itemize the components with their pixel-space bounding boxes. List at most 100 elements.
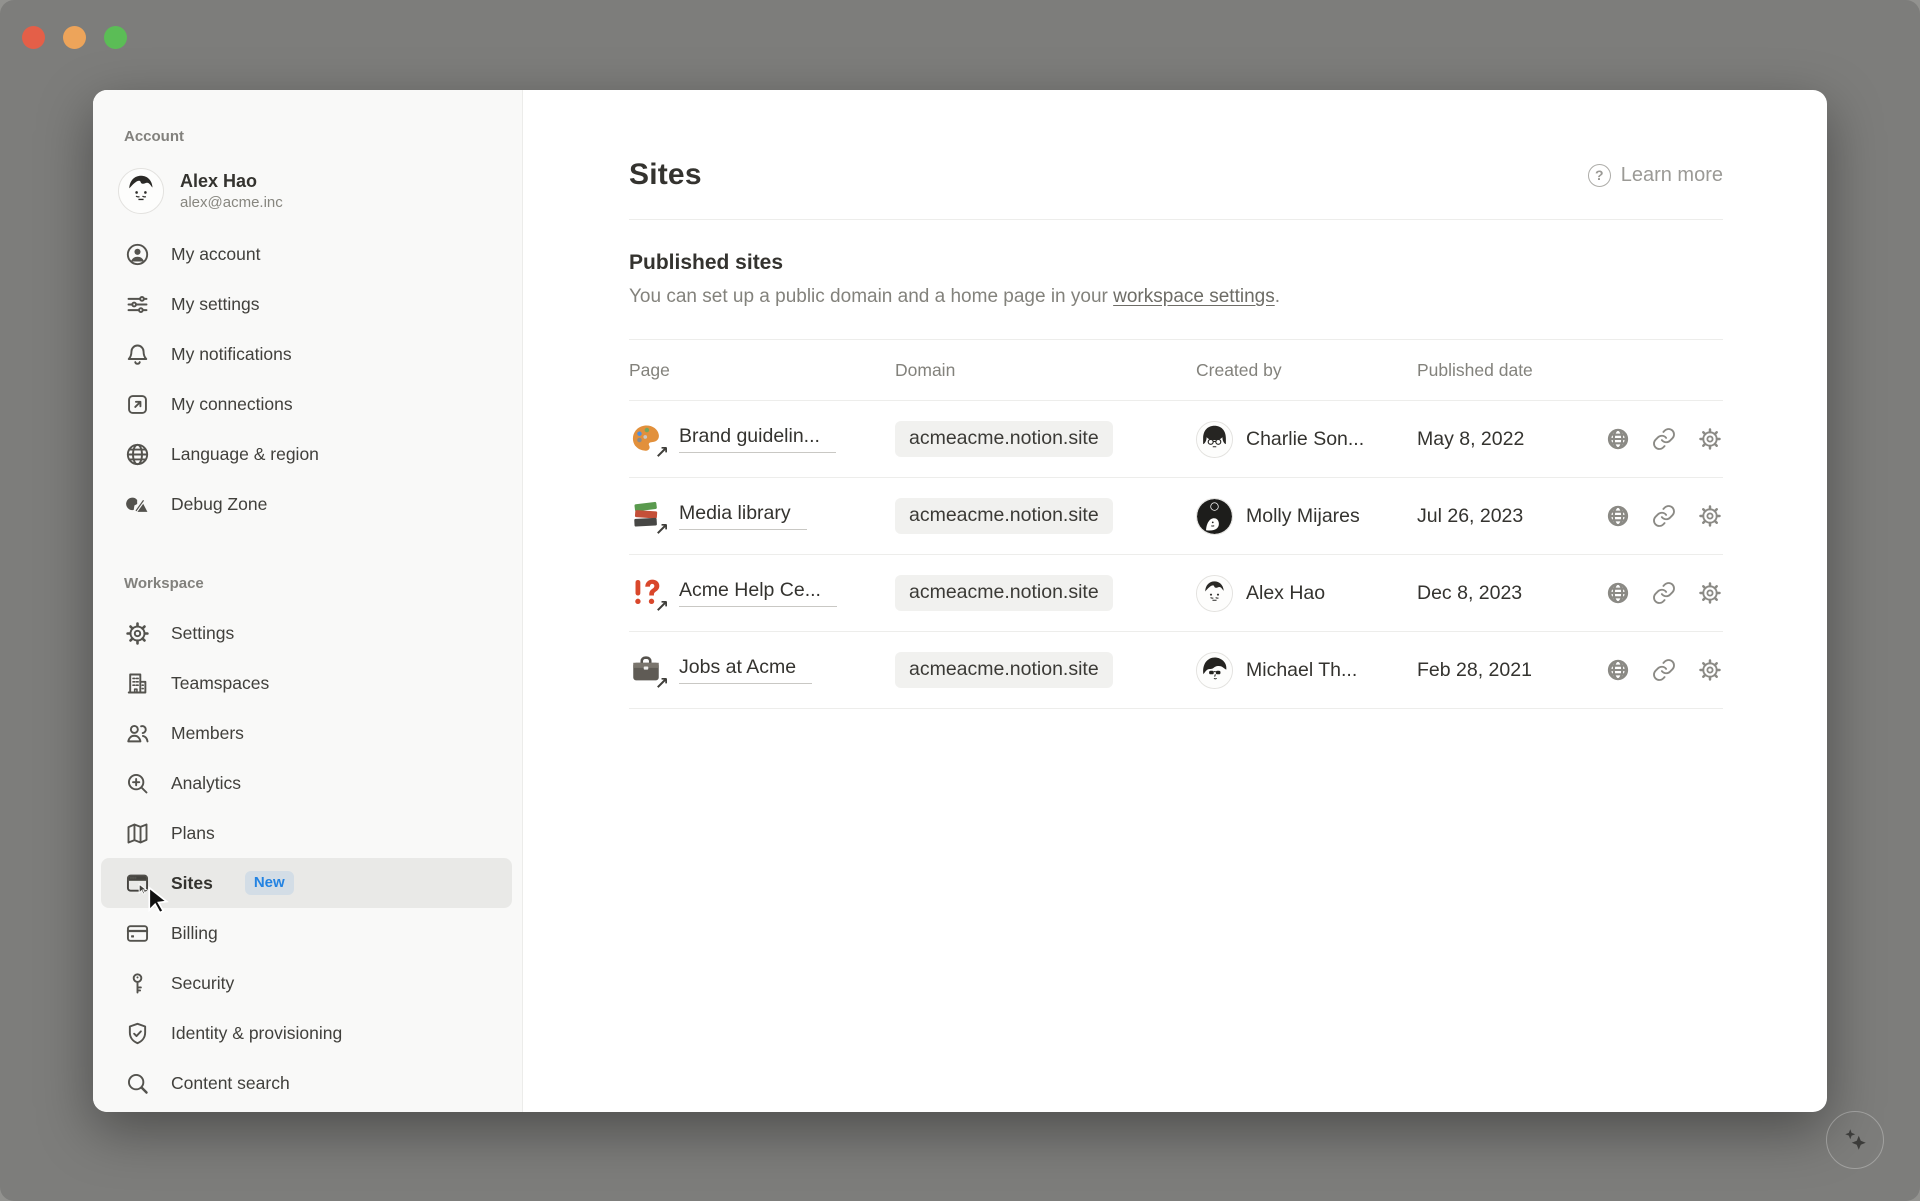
copy-link-icon[interactable] [1650, 426, 1677, 453]
settings-dialog: Account Alex Hao alex@acme.inc My accoun… [93, 90, 1827, 1112]
external-link-icon [124, 391, 151, 418]
key-icon [124, 970, 151, 997]
domain-cell: acmeacme.notion.site [895, 652, 1196, 688]
learn-more-link[interactable]: ? Learn more [1588, 164, 1723, 187]
creator-name: Molly Mijares [1246, 505, 1360, 528]
sidebar-item-label: Members [171, 723, 244, 744]
sidebar-user[interactable]: Alex Hao alex@acme.inc [93, 161, 522, 221]
shield-check-icon [124, 1020, 151, 1047]
copy-link-icon[interactable] [1650, 657, 1677, 684]
minimize-window-button[interactable] [63, 26, 86, 49]
account-section-header: Account [93, 126, 522, 148]
browser-cursor-icon [124, 870, 151, 897]
published-date: May 8, 2022 [1417, 428, 1585, 451]
person-circle-icon [124, 241, 151, 268]
alex-avatar [1196, 575, 1233, 612]
created-by-cell: Charlie Son... [1196, 421, 1417, 458]
view-site-globe-icon[interactable] [1604, 426, 1631, 453]
sidebar-item-label: My settings [171, 294, 260, 315]
sidebar-item-label: Billing [171, 923, 218, 944]
sidebar-item-my-notifications[interactable]: My notifications [101, 329, 512, 379]
workspace-settings-link[interactable]: workspace settings [1113, 286, 1275, 307]
page-link[interactable]: Brand guidelin... [679, 425, 836, 453]
sidebar-item-label: Language & region [171, 444, 319, 465]
copy-link-icon[interactable] [1650, 503, 1677, 530]
site-row: ↗ Media library acmeacme.notion.site Molly … [629, 478, 1723, 555]
column-header-published-date: Published date [1417, 360, 1585, 381]
sidebar-item-content-search[interactable]: Content search [101, 1058, 512, 1108]
title-divider [629, 219, 1723, 220]
sidebar-item-label: Debug Zone [171, 494, 267, 515]
debug-shapes-icon [124, 491, 151, 518]
column-header-created-by: Created by [1196, 360, 1417, 381]
sidebar-item-label: My account [171, 244, 260, 265]
sidebar-item-my-account[interactable]: My account [101, 229, 512, 279]
app-window: Account Alex Hao alex@acme.inc My accoun… [0, 0, 1920, 1201]
sidebar-item-language-region[interactable]: Language & region [101, 429, 512, 479]
site-row: ↗Acme Help Ce...acmeacme.notion.siteAlex… [629, 555, 1723, 632]
sidebar-item-settings[interactable]: Settings [101, 608, 512, 658]
ai-assistant-button[interactable] [1826, 1111, 1884, 1169]
sidebar-item-billing[interactable]: Billing [101, 908, 512, 958]
sliders-icon [124, 291, 151, 318]
user-avatar [118, 168, 164, 214]
sidebar-item-plans[interactable]: Plans [101, 808, 512, 858]
sidebar-item-analytics[interactable]: Analytics [101, 758, 512, 808]
sidebar-item-my-settings[interactable]: My settings [101, 279, 512, 329]
sidebar-item-security[interactable]: Security [101, 958, 512, 1008]
page-cell: ↗ Brand guidelin... [629, 421, 895, 457]
published-date: Feb 28, 2021 [1417, 659, 1585, 682]
page-cell: ↗ Media library [629, 498, 895, 534]
search-icon [124, 1070, 151, 1097]
sidebar-item-label: Teamspaces [171, 673, 269, 694]
creator-name: Michael Th... [1246, 659, 1357, 682]
description-period: . [1275, 286, 1280, 307]
page-link[interactable]: Media library [679, 502, 807, 530]
settings-sidebar: Account Alex Hao alex@acme.inc My accoun… [93, 90, 523, 1112]
palette-icon: ↗ [629, 421, 665, 457]
sidebar-item-members[interactable]: Members [101, 708, 512, 758]
sidebar-item-debug-zone[interactable]: Debug Zone [101, 479, 512, 529]
sidebar-item-label: Plans [171, 823, 215, 844]
page-link[interactable]: Jobs at Acme [679, 656, 812, 684]
sidebar-item-label: Identity & provisioning [171, 1023, 342, 1044]
molly-avatar [1196, 498, 1233, 535]
user-name: Alex Hao [180, 170, 283, 193]
published-sites-heading: Published sites [629, 251, 1723, 275]
sidebar-item-sites[interactable]: SitesNew [101, 858, 512, 908]
books-icon: ↗ [629, 498, 665, 534]
site-row: ↗ Jobs at Acme acmeacme.notion.site Michael… [629, 632, 1723, 709]
domain-pill[interactable]: acmeacme.notion.site [895, 498, 1113, 534]
domain-pill[interactable]: acmeacme.notion.site [895, 421, 1113, 457]
view-site-globe-icon[interactable] [1604, 580, 1631, 607]
published-arrow-icon: ↗ [655, 675, 669, 692]
site-settings-gear-icon[interactable] [1696, 657, 1723, 684]
view-site-globe-icon[interactable] [1604, 503, 1631, 530]
domain-pill[interactable]: acmeacme.notion.site [895, 575, 1113, 611]
close-window-button[interactable] [22, 26, 45, 49]
copy-link-icon[interactable] [1650, 580, 1677, 607]
map-icon [124, 820, 151, 847]
page-title: Sites [629, 158, 702, 192]
zoom-window-button[interactable] [104, 26, 127, 49]
site-settings-gear-icon[interactable] [1696, 426, 1723, 453]
site-settings-gear-icon[interactable] [1696, 580, 1723, 607]
published-arrow-icon: ↗ [655, 444, 669, 461]
sidebar-item-label: Settings [171, 623, 234, 644]
site-settings-gear-icon[interactable] [1696, 503, 1723, 530]
view-site-globe-icon[interactable] [1604, 657, 1631, 684]
page-link[interactable]: Acme Help Ce... [679, 579, 837, 607]
sidebar-item-my-connections[interactable]: My connections [101, 379, 512, 429]
published-arrow-icon: ↗ [655, 521, 669, 538]
sidebar-item-label: Sites [171, 873, 213, 894]
workspace-section-header: Workspace [93, 573, 522, 595]
row-actions [1585, 503, 1723, 530]
created-by-cell: Molly Mijares [1196, 498, 1417, 535]
row-actions [1585, 657, 1723, 684]
published-sites-table: PageDomainCreated byPublished date ↗Bran… [629, 339, 1723, 709]
help-circle-icon: ? [1588, 164, 1611, 187]
domain-pill[interactable]: acmeacme.notion.site [895, 652, 1113, 688]
sidebar-item-identity-provisioning[interactable]: Identity & provisioning [101, 1008, 512, 1058]
account-menu: My account My settings My notificationsMy … [93, 229, 522, 529]
sidebar-item-teamspaces[interactable]: Teamspaces [101, 658, 512, 708]
